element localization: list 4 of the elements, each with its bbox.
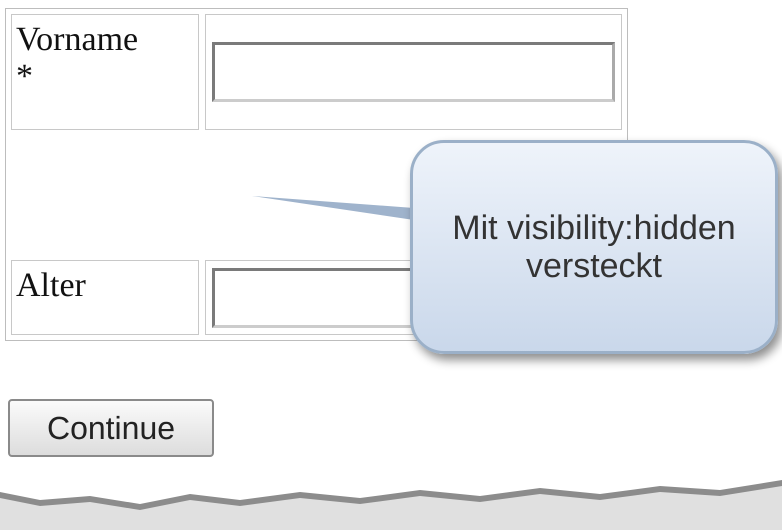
- callout-text: Mit visibility:hidden versteckt: [451, 208, 737, 286]
- required-mark: *: [16, 58, 34, 96]
- field-label: Vorname: [16, 21, 140, 58]
- field-label: Alter: [16, 267, 87, 304]
